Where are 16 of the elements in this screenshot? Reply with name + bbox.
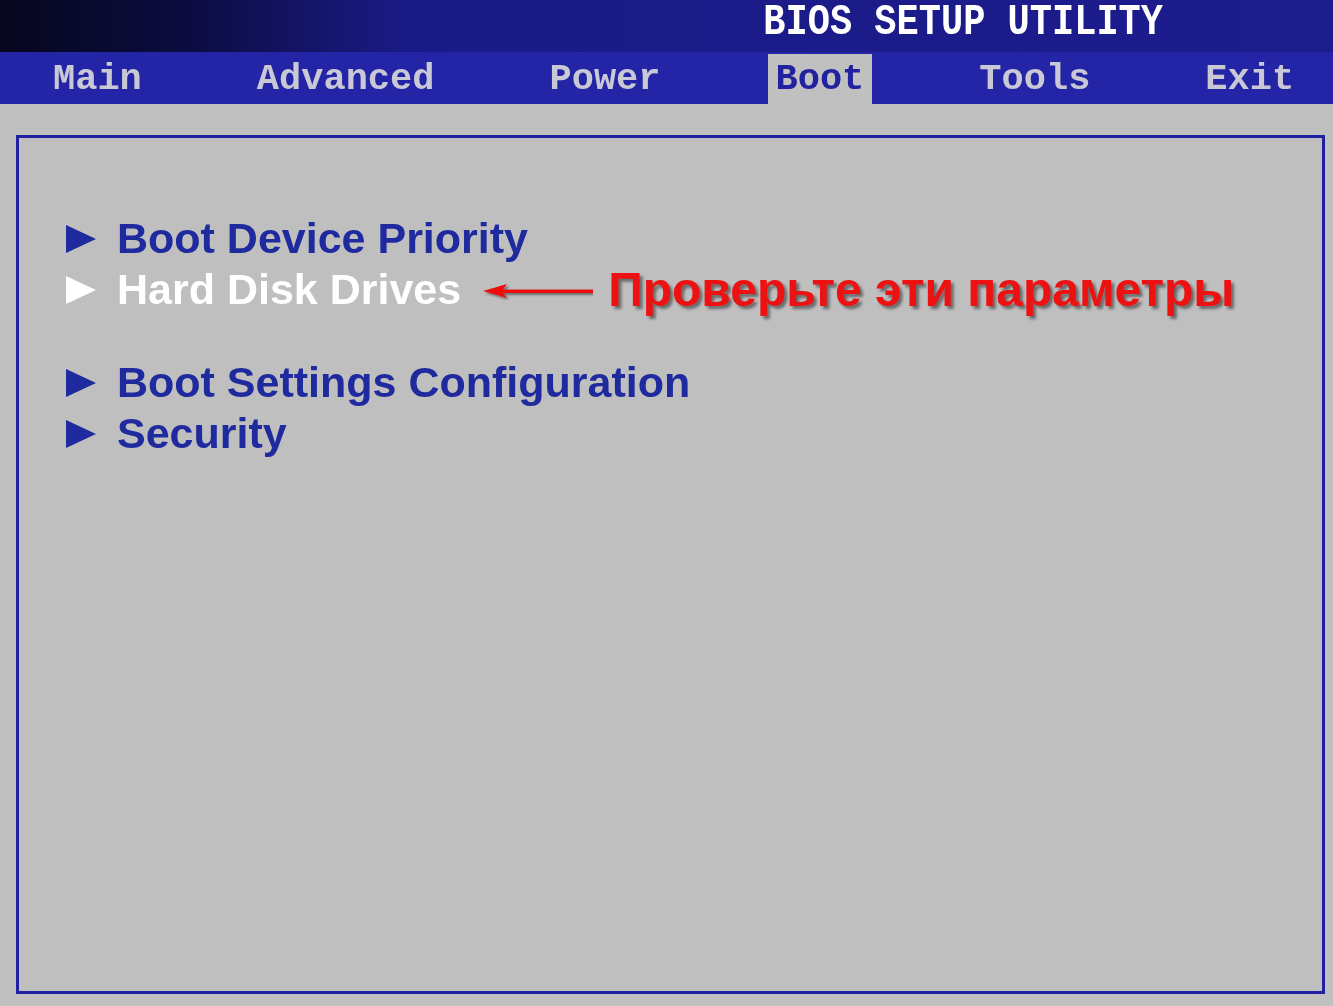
left-arrow-icon [483, 281, 594, 300]
triangle-icon [66, 275, 96, 304]
annotation-text: Проверьте эти параметры [608, 261, 1235, 318]
menu-tab[interactable]: Main [45, 54, 150, 104]
triangle-icon [66, 368, 96, 397]
menu-tab[interactable]: Tools [971, 54, 1099, 104]
submenu-item[interactable]: Boot Settings Configuration [66, 357, 691, 408]
triangle-icon [66, 224, 96, 253]
submenu-item[interactable]: Boot Device Priority [66, 213, 528, 264]
menu-tab[interactable]: Boot [767, 54, 873, 104]
window-title: BIOS SETUP UTILITY [763, 0, 1163, 48]
triangle-icon [66, 419, 96, 448]
menu-tab[interactable]: Exit [1197, 54, 1303, 104]
menu-tab[interactable]: Power [541, 54, 669, 104]
menu-tab[interactable]: Advanced [248, 54, 443, 104]
submenu-item[interactable]: Security [66, 408, 287, 459]
